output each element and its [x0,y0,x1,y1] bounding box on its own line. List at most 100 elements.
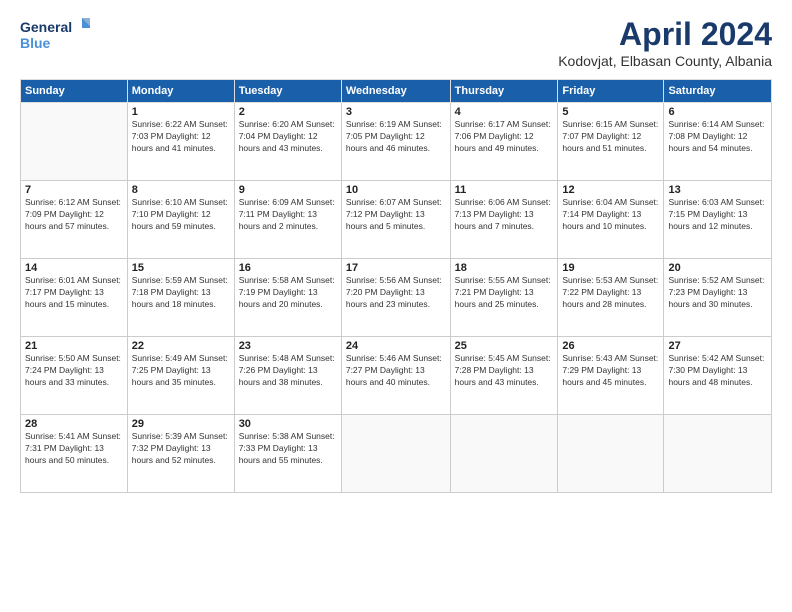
day-info: Sunrise: 6:20 AM Sunset: 7:04 PM Dayligh… [239,119,337,155]
calendar-week-row: 28Sunrise: 5:41 AM Sunset: 7:31 PM Dayli… [21,415,772,493]
calendar-day-cell: 8Sunrise: 6:10 AM Sunset: 7:10 PM Daylig… [127,181,234,259]
calendar-day-cell: 6Sunrise: 6:14 AM Sunset: 7:08 PM Daylig… [664,103,772,181]
day-number: 9 [239,184,337,196]
calendar-day-cell: 5Sunrise: 6:15 AM Sunset: 7:07 PM Daylig… [558,103,664,181]
day-info: Sunrise: 6:22 AM Sunset: 7:03 PM Dayligh… [132,119,230,155]
day-info: Sunrise: 6:07 AM Sunset: 7:12 PM Dayligh… [346,197,446,233]
weekday-header: Monday [127,80,234,103]
day-number: 22 [132,340,230,352]
calendar-header: SundayMondayTuesdayWednesdayThursdayFrid… [21,80,772,103]
day-info: Sunrise: 5:41 AM Sunset: 7:31 PM Dayligh… [25,431,123,467]
calendar-body: 1Sunrise: 6:22 AM Sunset: 7:03 PM Daylig… [21,103,772,493]
calendar-day-cell: 2Sunrise: 6:20 AM Sunset: 7:04 PM Daylig… [234,103,341,181]
day-number: 10 [346,184,446,196]
calendar-day-cell: 25Sunrise: 5:45 AM Sunset: 7:28 PM Dayli… [450,337,558,415]
day-number: 5 [562,106,659,118]
calendar-day-cell: 27Sunrise: 5:42 AM Sunset: 7:30 PM Dayli… [664,337,772,415]
calendar-day-cell: 22Sunrise: 5:49 AM Sunset: 7:25 PM Dayli… [127,337,234,415]
calendar-day-cell [664,415,772,493]
calendar-day-cell: 16Sunrise: 5:58 AM Sunset: 7:19 PM Dayli… [234,259,341,337]
day-info: Sunrise: 5:42 AM Sunset: 7:30 PM Dayligh… [668,353,767,389]
calendar-day-cell [21,103,128,181]
day-info: Sunrise: 5:53 AM Sunset: 7:22 PM Dayligh… [562,275,659,311]
svg-text:General: General [20,19,72,35]
calendar-week-row: 21Sunrise: 5:50 AM Sunset: 7:24 PM Dayli… [21,337,772,415]
day-info: Sunrise: 6:01 AM Sunset: 7:17 PM Dayligh… [25,275,123,311]
day-info: Sunrise: 6:17 AM Sunset: 7:06 PM Dayligh… [455,119,554,155]
logo-svg: General Blue [20,16,90,56]
calendar-day-cell: 15Sunrise: 5:59 AM Sunset: 7:18 PM Dayli… [127,259,234,337]
day-number: 24 [346,340,446,352]
weekday-header: Tuesday [234,80,341,103]
calendar-day-cell: 11Sunrise: 6:06 AM Sunset: 7:13 PM Dayli… [450,181,558,259]
day-number: 30 [239,418,337,430]
day-info: Sunrise: 5:43 AM Sunset: 7:29 PM Dayligh… [562,353,659,389]
day-info: Sunrise: 5:58 AM Sunset: 7:19 PM Dayligh… [239,275,337,311]
day-info: Sunrise: 5:48 AM Sunset: 7:26 PM Dayligh… [239,353,337,389]
day-info: Sunrise: 6:10 AM Sunset: 7:10 PM Dayligh… [132,197,230,233]
day-info: Sunrise: 5:46 AM Sunset: 7:27 PM Dayligh… [346,353,446,389]
logo: General Blue [20,16,90,56]
day-info: Sunrise: 6:15 AM Sunset: 7:07 PM Dayligh… [562,119,659,155]
day-info: Sunrise: 5:39 AM Sunset: 7:32 PM Dayligh… [132,431,230,467]
header-row: SundayMondayTuesdayWednesdayThursdayFrid… [21,80,772,103]
calendar-day-cell: 13Sunrise: 6:03 AM Sunset: 7:15 PM Dayli… [664,181,772,259]
day-number: 17 [346,262,446,274]
day-info: Sunrise: 5:49 AM Sunset: 7:25 PM Dayligh… [132,353,230,389]
calendar-day-cell: 3Sunrise: 6:19 AM Sunset: 7:05 PM Daylig… [341,103,450,181]
day-info: Sunrise: 5:50 AM Sunset: 7:24 PM Dayligh… [25,353,123,389]
calendar-day-cell: 9Sunrise: 6:09 AM Sunset: 7:11 PM Daylig… [234,181,341,259]
day-number: 26 [562,340,659,352]
day-info: Sunrise: 6:19 AM Sunset: 7:05 PM Dayligh… [346,119,446,155]
weekday-header: Thursday [450,80,558,103]
calendar-week-row: 7Sunrise: 6:12 AM Sunset: 7:09 PM Daylig… [21,181,772,259]
day-number: 18 [455,262,554,274]
day-number: 20 [668,262,767,274]
day-number: 27 [668,340,767,352]
calendar-day-cell: 7Sunrise: 6:12 AM Sunset: 7:09 PM Daylig… [21,181,128,259]
day-number: 2 [239,106,337,118]
month-title: April 2024 [558,16,772,53]
weekday-header: Wednesday [341,80,450,103]
calendar-day-cell: 29Sunrise: 5:39 AM Sunset: 7:32 PM Dayli… [127,415,234,493]
calendar-day-cell: 1Sunrise: 6:22 AM Sunset: 7:03 PM Daylig… [127,103,234,181]
day-number: 3 [346,106,446,118]
day-number: 29 [132,418,230,430]
calendar-day-cell: 4Sunrise: 6:17 AM Sunset: 7:06 PM Daylig… [450,103,558,181]
day-number: 4 [455,106,554,118]
day-number: 25 [455,340,554,352]
day-info: Sunrise: 6:06 AM Sunset: 7:13 PM Dayligh… [455,197,554,233]
calendar-day-cell [558,415,664,493]
calendar-day-cell: 26Sunrise: 5:43 AM Sunset: 7:29 PM Dayli… [558,337,664,415]
calendar-week-row: 1Sunrise: 6:22 AM Sunset: 7:03 PM Daylig… [21,103,772,181]
day-info: Sunrise: 5:38 AM Sunset: 7:33 PM Dayligh… [239,431,337,467]
day-number: 28 [25,418,123,430]
day-info: Sunrise: 5:45 AM Sunset: 7:28 PM Dayligh… [455,353,554,389]
day-info: Sunrise: 5:56 AM Sunset: 7:20 PM Dayligh… [346,275,446,311]
calendar-week-row: 14Sunrise: 6:01 AM Sunset: 7:17 PM Dayli… [21,259,772,337]
day-info: Sunrise: 5:52 AM Sunset: 7:23 PM Dayligh… [668,275,767,311]
calendar-day-cell: 20Sunrise: 5:52 AM Sunset: 7:23 PM Dayli… [664,259,772,337]
calendar-day-cell: 10Sunrise: 6:07 AM Sunset: 7:12 PM Dayli… [341,181,450,259]
day-number: 1 [132,106,230,118]
weekday-header: Friday [558,80,664,103]
weekday-header: Sunday [21,80,128,103]
day-info: Sunrise: 6:03 AM Sunset: 7:15 PM Dayligh… [668,197,767,233]
calendar-day-cell: 19Sunrise: 5:53 AM Sunset: 7:22 PM Dayli… [558,259,664,337]
calendar-day-cell: 30Sunrise: 5:38 AM Sunset: 7:33 PM Dayli… [234,415,341,493]
day-number: 21 [25,340,123,352]
day-number: 16 [239,262,337,274]
page: General Blue April 2024 Kodovjat, Elbasa… [0,0,792,612]
calendar-day-cell: 14Sunrise: 6:01 AM Sunset: 7:17 PM Dayli… [21,259,128,337]
day-info: Sunrise: 5:59 AM Sunset: 7:18 PM Dayligh… [132,275,230,311]
day-number: 13 [668,184,767,196]
day-number: 19 [562,262,659,274]
day-number: 11 [455,184,554,196]
title-area: April 2024 Kodovjat, Elbasan County, Alb… [558,16,772,69]
day-info: Sunrise: 6:14 AM Sunset: 7:08 PM Dayligh… [668,119,767,155]
svg-text:Blue: Blue [20,35,51,51]
day-number: 6 [668,106,767,118]
day-number: 12 [562,184,659,196]
day-info: Sunrise: 6:04 AM Sunset: 7:14 PM Dayligh… [562,197,659,233]
location-title: Kodovjat, Elbasan County, Albania [558,53,772,69]
